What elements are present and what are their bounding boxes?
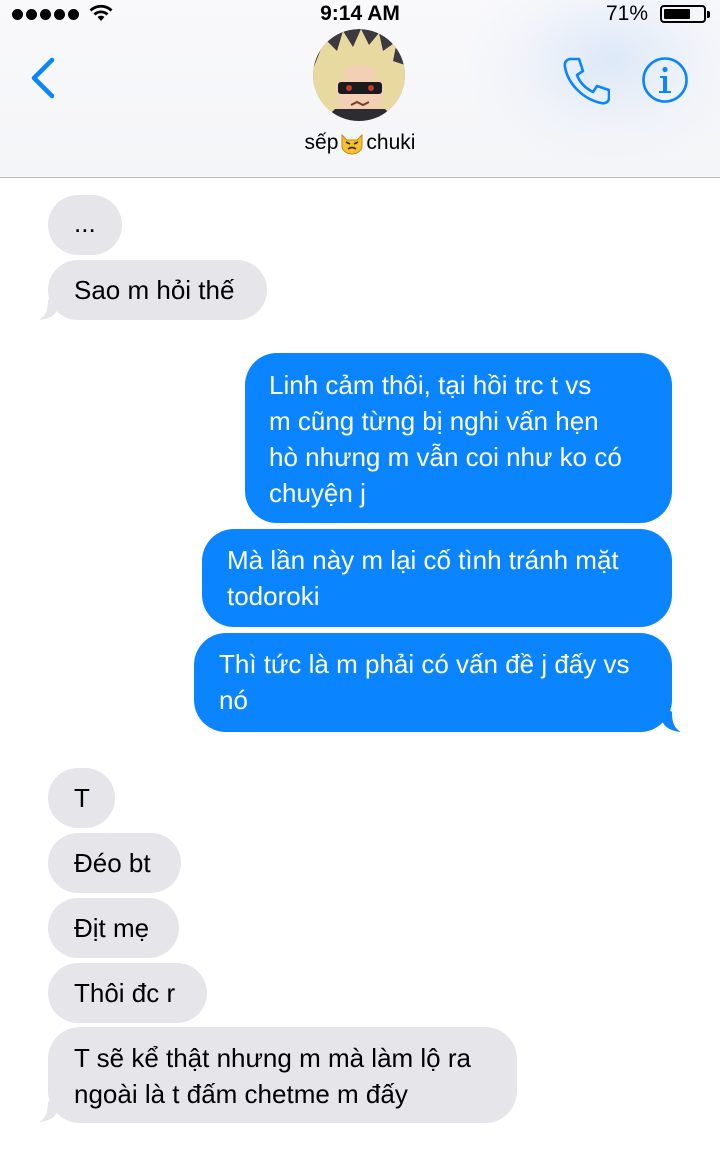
- message-text: Thôi đc r: [74, 978, 176, 1008]
- message-text: ...: [74, 208, 96, 238]
- status-bar: 9:14 AM 71%: [0, 0, 720, 30]
- outgoing-message[interactable]: Mà lần này m lại cố tình tránh mặt todor…: [202, 529, 672, 627]
- outgoing-message[interactable]: Thì tức là m phải có vấn đề j đấy vs nó: [194, 633, 672, 732]
- message-line: m cũng từng bị nghi vấn hẹn: [269, 406, 599, 436]
- angry-cat-icon: [341, 134, 363, 155]
- battery-level-fill: [664, 9, 690, 19]
- incoming-message[interactable]: Đéo bt: [48, 833, 181, 893]
- battery-percent: 71%: [605, 2, 648, 25]
- message-line: nó: [219, 685, 248, 715]
- contact-avatar[interactable]: [313, 29, 405, 121]
- phone-call-icon[interactable]: [562, 56, 610, 106]
- message-text: T: [74, 783, 90, 813]
- incoming-message[interactable]: ...: [48, 195, 122, 255]
- message-text: Đéo bt: [74, 848, 151, 878]
- message-line: ngoài là t đấm chetme m đấy: [74, 1079, 408, 1109]
- battery-icon: [660, 5, 710, 23]
- message-line: chuyện j: [269, 478, 366, 508]
- message-line: todoroki: [227, 581, 320, 611]
- back-chevron-icon[interactable]: [28, 56, 60, 100]
- contact-name[interactable]: sếp chuki: [0, 131, 720, 155]
- conversation-header: 9:14 AM 71% sếp chuki: [0, 0, 720, 178]
- message-text: Sao m hỏi thế: [74, 275, 235, 305]
- message-line: hò nhưng m vẫn coi như ko có: [269, 442, 622, 472]
- message-line: Mà lần này m lại cố tình tránh mặt: [227, 545, 619, 575]
- message-text: Địt mẹ: [74, 913, 150, 943]
- info-icon[interactable]: [641, 56, 689, 104]
- incoming-message[interactable]: T: [48, 768, 115, 828]
- message-line: T sẽ kể thật nhưng m mà làm lộ ra: [74, 1043, 471, 1073]
- incoming-message[interactable]: Địt mẹ: [48, 898, 179, 958]
- incoming-message[interactable]: T sẽ kể thật nhưng m mà làm lộ ra ngoài …: [48, 1027, 517, 1123]
- contact-name-prefix: sếp: [304, 131, 339, 154]
- incoming-message[interactable]: Thôi đc r: [48, 963, 207, 1023]
- message-line: Thì tức là m phải có vấn đề j đấy vs: [219, 649, 630, 679]
- message-line: Linh cảm thôi, tại hồi trc t vs: [269, 370, 592, 400]
- incoming-message[interactable]: Sao m hỏi thế: [48, 260, 267, 320]
- contact-name-suffix: chuki: [366, 131, 416, 154]
- outgoing-message[interactable]: Linh cảm thôi, tại hồi trc t vs m cũng t…: [245, 353, 672, 523]
